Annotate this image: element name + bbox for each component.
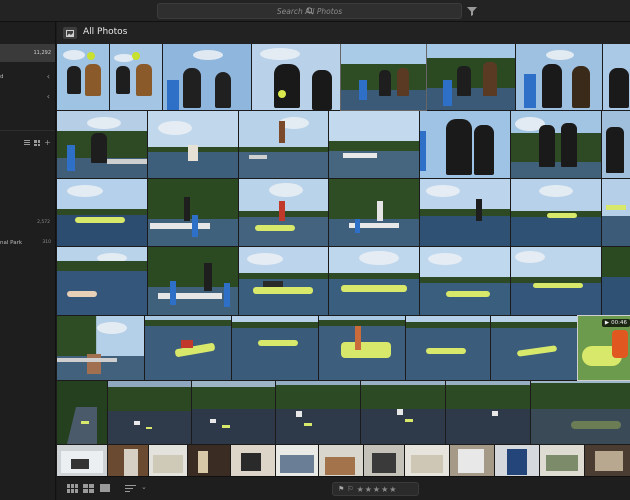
photo-thumbnail[interactable]	[110, 44, 162, 110]
all-photos-row[interactable]: 11,292	[0, 44, 55, 62]
photo-thumbnail[interactable]	[148, 179, 238, 246]
photo-thumbnail[interactable]	[511, 111, 601, 178]
photo-thumbnail[interactable]	[602, 179, 630, 246]
video-duration: 00:46	[611, 320, 627, 326]
photo-thumbnail[interactable]	[420, 247, 510, 315]
album-view-controls: +	[24, 139, 51, 147]
photo-thumbnail[interactable]	[276, 381, 360, 444]
sort-chevron-down-icon[interactable]: ⌄	[141, 483, 147, 493]
flag-reject-icon[interactable]: ⚐	[347, 485, 353, 493]
rating-filter[interactable]: ⚑ ⚐ ★★★★★	[332, 482, 419, 496]
photo-thumbnail[interactable]	[364, 445, 404, 476]
photo-thumbnail[interactable]	[188, 445, 230, 476]
panel-row-expand[interactable]: ‹	[0, 88, 55, 106]
filter-icon[interactable]	[466, 5, 478, 17]
photo-thumbnail[interactable]	[239, 247, 328, 315]
photo-thumbnail[interactable]	[232, 316, 318, 380]
chevron-left-icon[interactable]: ‹	[47, 73, 50, 81]
photo-thumbnail[interactable]	[340, 44, 427, 111]
grid-view-icon[interactable]	[34, 140, 41, 146]
photo-thumbnail[interactable]	[319, 445, 363, 476]
photo-thumbnail[interactable]	[361, 381, 445, 444]
list-view-icon[interactable]	[24, 140, 31, 146]
photo-thumbnail[interactable]	[231, 445, 275, 476]
album-park-label: nal Park	[0, 240, 23, 246]
album-icon-button[interactable]	[63, 27, 77, 39]
photo-grid-view-icon[interactable]	[83, 484, 94, 493]
top-bar: Search All Photos	[0, 0, 630, 22]
photo-thumbnail[interactable]	[276, 445, 318, 476]
square-grid-view-icon[interactable]	[67, 484, 78, 493]
photo-thumbnail[interactable]	[163, 44, 251, 110]
bottom-toolbar: ⌄ ⚑ ⚐ ★★★★★	[57, 476, 630, 500]
video-thumbnail[interactable]: ▶ 00:46	[577, 315, 630, 381]
left-panel: 11,292 d ‹ ‹ + 2,572 nal Park 310	[0, 22, 56, 500]
album-count: 2,572	[37, 220, 50, 225]
add-album-icon[interactable]: +	[44, 139, 51, 147]
album-park[interactable]: nal Park 310	[0, 240, 55, 246]
page-title: All Photos	[83, 27, 128, 37]
all-photos-count: 11,292	[33, 50, 52, 56]
photo-thumbnail[interactable]	[427, 44, 515, 110]
photo-thumbnail[interactable]	[108, 445, 148, 476]
photo-thumbnail[interactable]	[511, 247, 601, 315]
video-duration-badge: ▶ 00:46	[601, 319, 630, 327]
photo-thumbnail[interactable]	[57, 44, 109, 110]
panel-row-d[interactable]: d ‹	[0, 68, 55, 86]
photo-thumbnail[interactable]	[192, 381, 275, 444]
photo-thumbnail[interactable]	[329, 111, 419, 178]
album-park-count: 310	[42, 240, 51, 245]
photo-thumbnail[interactable]	[148, 247, 238, 315]
panel-row-label: d	[0, 74, 4, 80]
photo-thumbnail[interactable]	[57, 316, 144, 380]
photo-thumbnail[interactable]	[495, 445, 539, 476]
detail-view-icon[interactable]	[100, 484, 110, 492]
photo-thumbnail[interactable]	[531, 381, 630, 444]
photo-thumbnail[interactable]	[57, 111, 147, 178]
photo-thumbnail[interactable]	[329, 179, 419, 246]
flag-pick-icon[interactable]: ⚑	[338, 485, 344, 493]
photo-thumbnail[interactable]	[319, 316, 405, 380]
photo-thumbnail[interactable]	[516, 44, 602, 110]
photo-thumbnail[interactable]	[57, 247, 147, 315]
panel-divider	[0, 130, 55, 131]
photo-thumbnail[interactable]	[239, 111, 328, 178]
photo-thumbnail[interactable]	[57, 445, 107, 476]
search-input[interactable]: Search All Photos	[277, 7, 342, 16]
photo-thumbnail[interactable]	[57, 381, 107, 444]
photo-thumbnail[interactable]	[252, 44, 340, 110]
photo-thumbnail[interactable]	[329, 247, 419, 315]
photo-thumbnail[interactable]	[603, 44, 630, 110]
main-header: All Photos	[57, 22, 630, 44]
photo-thumbnail[interactable]	[602, 111, 630, 178]
photo-thumbnail[interactable]	[420, 111, 510, 178]
photo-thumbnail[interactable]	[511, 179, 601, 246]
photo-thumbnail[interactable]	[108, 381, 191, 444]
chevron-left-icon[interactable]: ‹	[47, 93, 50, 101]
star-rating[interactable]: ★★★★★	[357, 485, 398, 494]
photo-thumbnail[interactable]	[148, 111, 238, 178]
photo-grid: ▶ 00:46	[57, 44, 630, 476]
photo-thumbnail[interactable]	[149, 445, 187, 476]
photo-thumbnail[interactable]	[405, 445, 449, 476]
video-camera-icon: ▶	[604, 320, 610, 326]
photo-thumbnail[interactable]	[450, 445, 494, 476]
photo-thumbnail[interactable]	[406, 316, 490, 380]
search-box[interactable]: Search All Photos	[157, 3, 462, 19]
photo-thumbnail[interactable]	[540, 445, 584, 476]
photo-album-icon	[66, 29, 74, 37]
photo-thumbnail[interactable]	[145, 316, 231, 380]
photo-thumbnail[interactable]	[420, 179, 510, 246]
photo-thumbnail[interactable]	[57, 179, 147, 246]
sort-icon[interactable]	[125, 484, 136, 494]
photo-thumbnail[interactable]	[585, 445, 630, 476]
photo-thumbnail[interactable]	[446, 381, 530, 444]
photo-thumbnail[interactable]	[239, 179, 328, 246]
photo-thumbnail[interactable]	[491, 316, 577, 380]
photo-thumbnail[interactable]	[602, 247, 630, 315]
